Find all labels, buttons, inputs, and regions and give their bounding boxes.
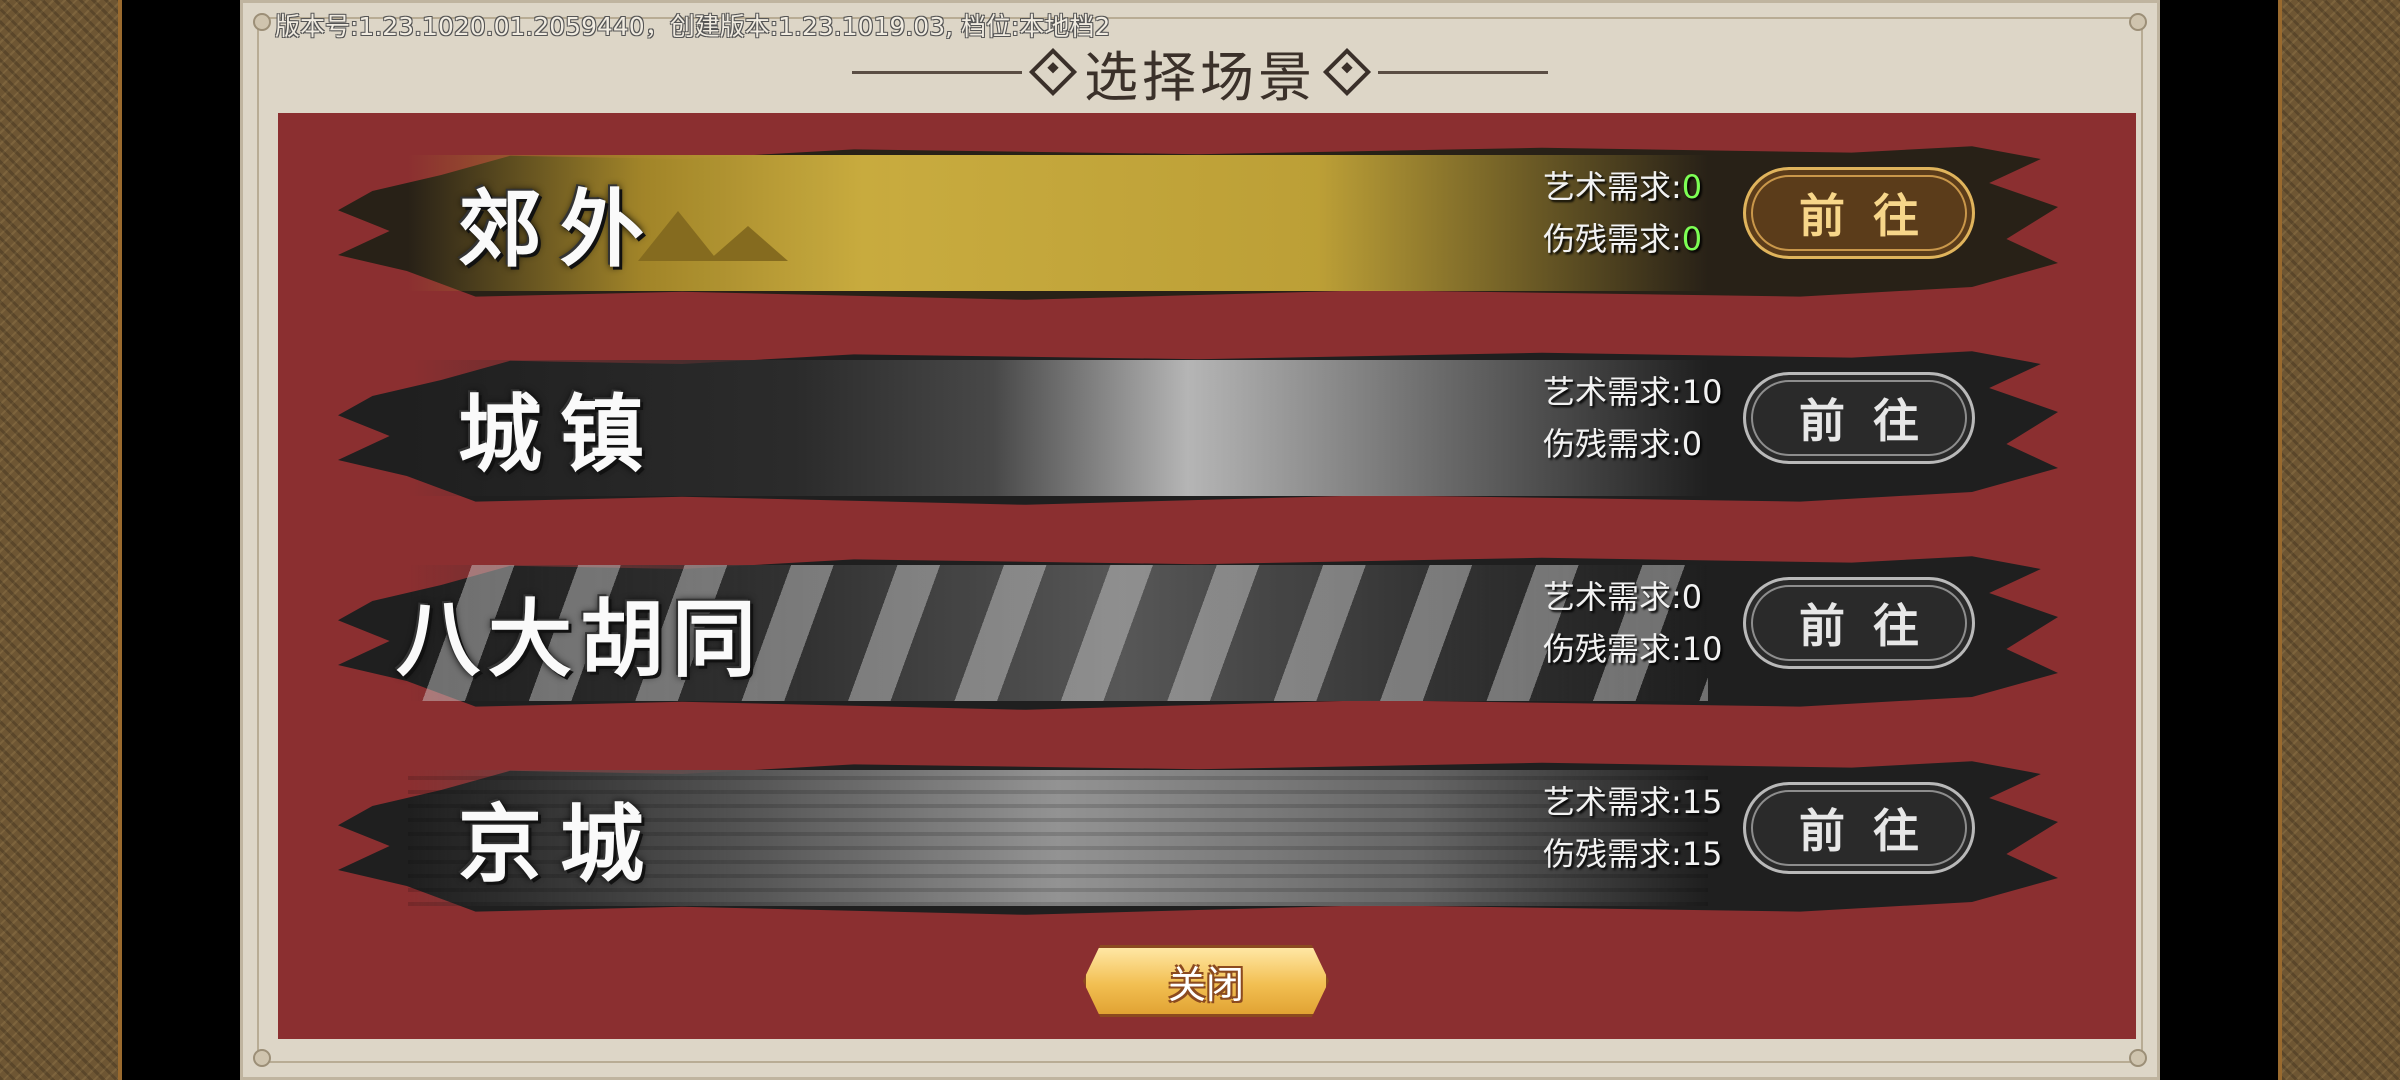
right-decorative-border <box>2278 0 2400 1080</box>
corner-ornament <box>2129 13 2147 31</box>
injury-requirement-label: 伤残需求: <box>1543 220 1682 258</box>
scene-row-capital[interactable]: 京城 艺术需求:15 伤残需求:15 前往 <box>338 758 2058 918</box>
injury-requirement: 伤残需求:10 <box>1543 623 1743 675</box>
scene-row-outskirts[interactable]: 郊外 艺术需求:0 伤残需求:0 前往 <box>338 143 2058 303</box>
injury-requirement-value: 0 <box>1681 220 1703 258</box>
title-divider-right <box>1378 70 1548 74</box>
corner-ornament <box>253 13 271 31</box>
go-button-hutong[interactable]: 前往 <box>1743 577 1975 669</box>
art-requirement-label: 艺术需求: <box>1543 373 1682 411</box>
art-requirement-label: 艺术需求: <box>1543 168 1682 206</box>
left-letterbox <box>122 0 240 1080</box>
right-letterbox <box>2160 0 2278 1080</box>
injury-requirement-label: 伤残需求: <box>1543 630 1682 668</box>
diamond-ornament-icon <box>1028 47 1078 97</box>
scene-requirements: 艺术需求:10 伤残需求:0 <box>1543 366 1743 470</box>
go-button-capital[interactable]: 前往 <box>1743 782 1975 874</box>
scene-name: 京城 <box>458 794 663 894</box>
go-button-town[interactable]: 前往 <box>1743 372 1975 464</box>
corner-ornament <box>2129 1049 2147 1067</box>
dialog-title: 选择场景 <box>1084 45 1316 109</box>
injury-requirement: 伤残需求:0 <box>1543 418 1743 470</box>
injury-requirement: 伤残需求:0 <box>1543 213 1743 265</box>
injury-requirement-label: 伤残需求: <box>1543 425 1682 463</box>
scene-requirements: 艺术需求:0 伤残需求:0 <box>1543 161 1743 265</box>
scene-name: 八大胡同 <box>396 589 765 689</box>
title-bar: 选择场景 <box>243 37 2157 109</box>
scene-name: 城镇 <box>458 384 663 484</box>
art-requirement: 艺术需求:0 <box>1543 571 1743 623</box>
scene-row-hutong[interactable]: 八大胡同 艺术需求:0 伤残需求:10 前往 <box>338 553 2058 713</box>
mountain-icon <box>708 226 788 261</box>
scene-row-town[interactable]: 城镇 艺术需求:10 伤残需求:0 前往 <box>338 348 2058 508</box>
art-requirement-label: 艺术需求: <box>1543 783 1682 821</box>
injury-requirement-value: 10 <box>1681 630 1723 668</box>
scene-requirements: 艺术需求:15 伤残需求:15 <box>1543 776 1743 880</box>
art-requirement: 艺术需求:10 <box>1543 366 1743 418</box>
art-requirement-value: 0 <box>1681 168 1703 206</box>
scene-requirements: 艺术需求:0 伤残需求:10 <box>1543 571 1743 675</box>
art-requirement: 艺术需求:15 <box>1543 776 1743 828</box>
corner-ornament <box>253 1049 271 1067</box>
injury-requirement: 伤残需求:15 <box>1543 828 1743 880</box>
injury-requirement-label: 伤残需求: <box>1543 835 1682 873</box>
go-button-outskirts[interactable]: 前往 <box>1743 167 1975 259</box>
art-requirement: 艺术需求:0 <box>1543 161 1743 213</box>
close-button[interactable]: 关闭 <box>1083 945 1329 1017</box>
scene-list: 郊外 艺术需求:0 伤残需求:0 前往 城镇 艺术需求:10 伤残需求:0 前往 <box>278 113 2136 1039</box>
title-divider-left <box>852 70 1022 74</box>
injury-requirement-value: 15 <box>1681 835 1723 873</box>
art-requirement-value: 15 <box>1681 783 1723 821</box>
scene-name: 郊外 <box>458 179 663 279</box>
art-requirement-value: 10 <box>1681 373 1723 411</box>
art-requirement-value: 0 <box>1681 578 1703 616</box>
diamond-ornament-icon <box>1322 47 1372 97</box>
art-requirement-label: 艺术需求: <box>1543 578 1682 616</box>
left-decorative-border <box>0 0 122 1080</box>
injury-requirement-value: 0 <box>1681 425 1703 463</box>
